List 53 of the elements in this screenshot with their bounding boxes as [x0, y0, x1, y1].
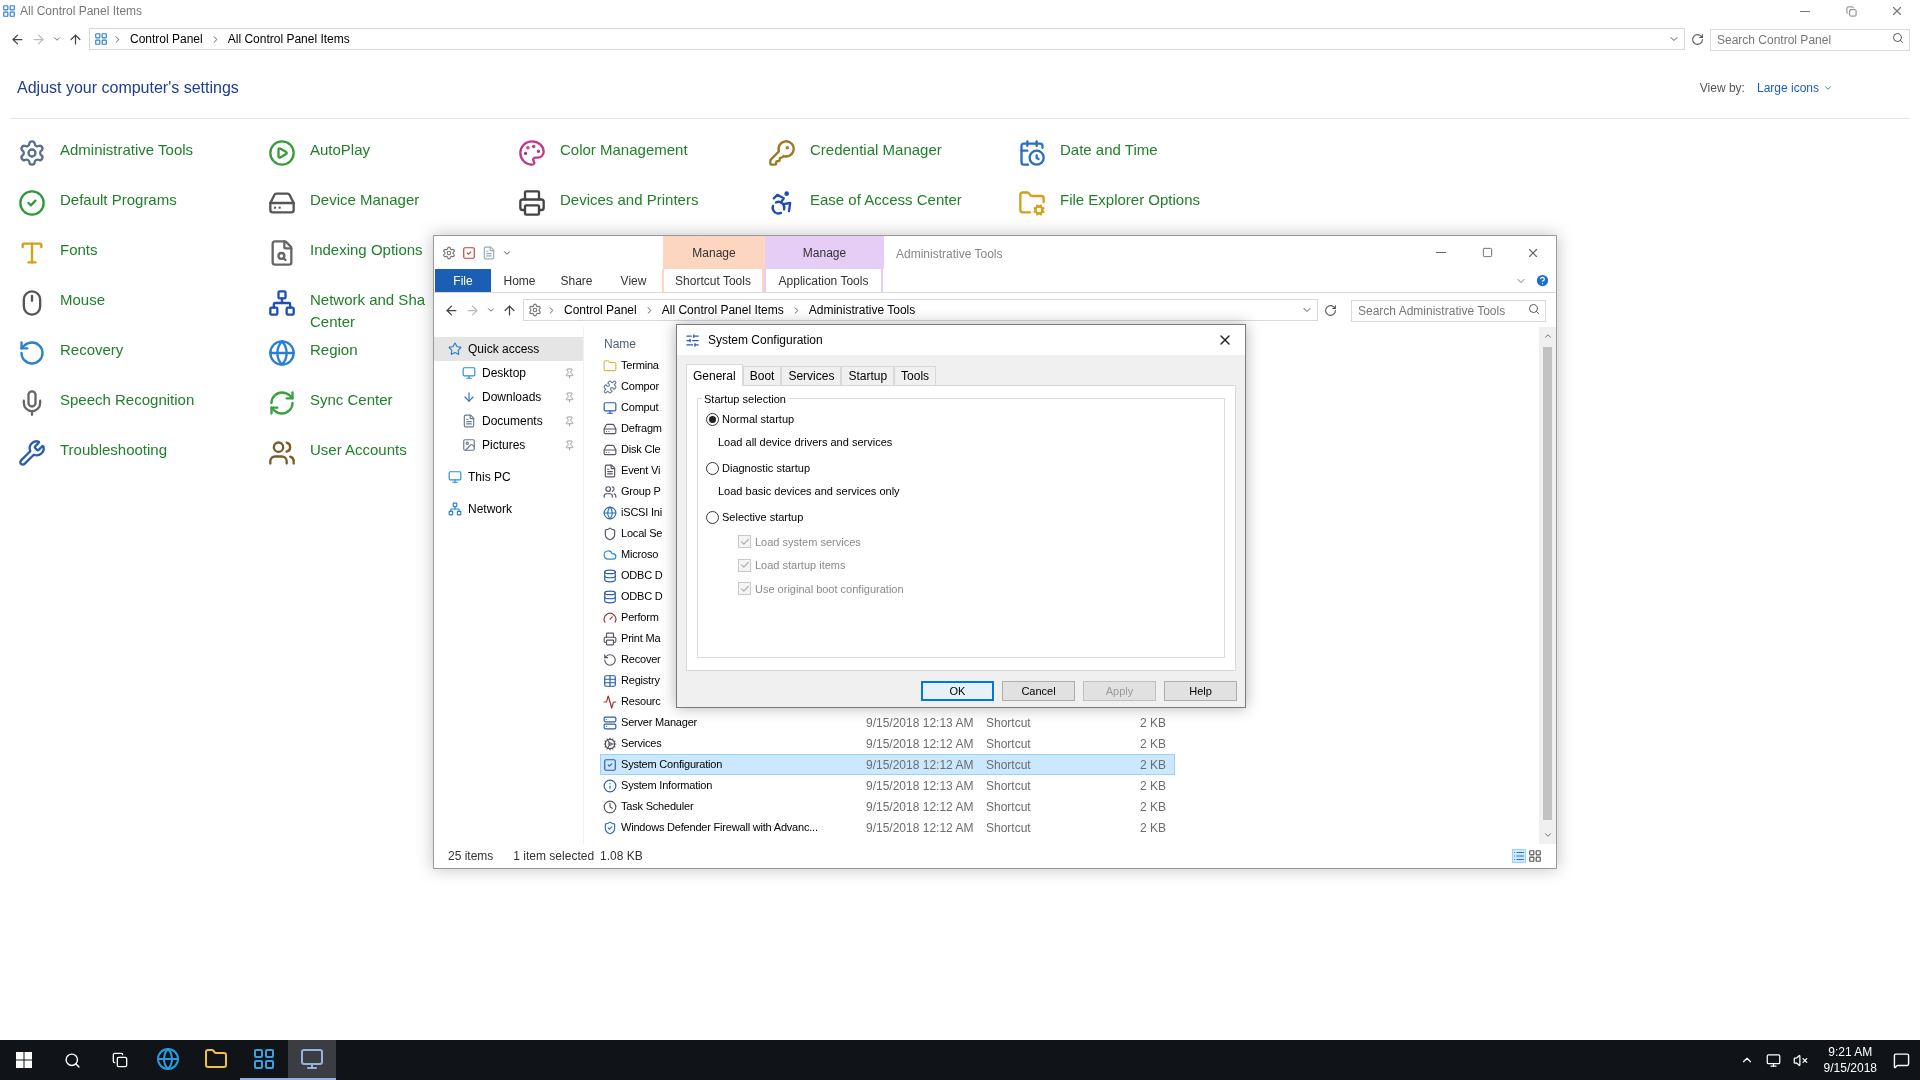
file-name: Defragm	[621, 421, 662, 437]
status-text: 1.08 KB	[600, 848, 643, 865]
option-description: Load basic devices and services only	[717, 483, 901, 499]
date-cell-text: 9/15/2018 12:12 AM	[866, 756, 975, 774]
file-name: Server Manager	[621, 715, 698, 731]
file-name: System Information	[621, 778, 713, 794]
type-cell-text: Shortcut	[986, 756, 1032, 774]
file-name: ODBC D	[621, 568, 663, 584]
file-name: Task Scheduler	[621, 799, 694, 815]
date-cell-text: 9/15/2018 12:13 AM	[866, 777, 975, 795]
file-name: Resourc	[621, 694, 661, 710]
file-name: Compor	[621, 379, 659, 395]
size-cell-text: 2 KB	[1139, 714, 1166, 732]
file-name: Perform	[621, 610, 659, 626]
window-title: All Control Panel Items	[20, 3, 143, 20]
type-cell-text: Shortcut	[986, 798, 1032, 816]
file-name: System Configuration	[621, 757, 723, 773]
file-name: Group P	[621, 484, 661, 500]
file-name: Termina	[621, 358, 659, 374]
date-cell-text: 9/15/2018 12:12 AM	[866, 798, 975, 816]
file-name: Comput	[621, 400, 659, 416]
date-cell-text: 9/15/2018 12:13 AM	[866, 714, 975, 732]
file-name: Microso	[621, 547, 659, 563]
file-name: Disk Cle	[621, 442, 661, 458]
view-by-label: View by:	[1699, 80, 1745, 97]
date-cell-text: 9/15/2018 12:12 AM	[866, 735, 975, 753]
status-text: 25 items	[448, 848, 494, 865]
context-tab-header: Manage	[765, 236, 884, 269]
context-tab-header: Manage	[663, 236, 765, 269]
type-cell-text: Shortcut	[986, 714, 1032, 732]
file-name: Event Vi	[621, 463, 661, 479]
file-name: Recover	[621, 652, 661, 668]
file-name: Local Se	[621, 526, 663, 542]
type-cell-text: Shortcut	[986, 777, 1032, 795]
option-description: Load all device drivers and services	[717, 434, 894, 450]
file-name: Registry	[621, 673, 660, 689]
status-text: 1 item selected	[513, 848, 595, 865]
dialog-title: System Configuration	[708, 332, 824, 349]
date-cell-text: 9/15/2018 12:12 AM	[866, 819, 975, 837]
size-cell-text: 2 KB	[1139, 777, 1166, 795]
page-heading: Adjust your computer's settings	[17, 78, 239, 98]
type-cell-text: Shortcut	[986, 735, 1032, 753]
file-name: Print Ma	[621, 631, 661, 647]
type-cell-text: Shortcut	[986, 819, 1032, 837]
size-cell-text: 2 KB	[1139, 798, 1166, 816]
window-title: Administrative Tools	[895, 246, 1004, 263]
file-name: Services	[621, 736, 662, 752]
size-cell-text: 2 KB	[1139, 735, 1166, 753]
file-name: iSCSI Ini	[621, 505, 662, 521]
file-name: ODBC D	[621, 589, 663, 605]
size-cell-text: 2 KB	[1139, 756, 1166, 774]
file-name: Windows Defender Firewall with Advanc...	[621, 820, 818, 836]
size-cell-text: 2 KB	[1139, 819, 1166, 837]
